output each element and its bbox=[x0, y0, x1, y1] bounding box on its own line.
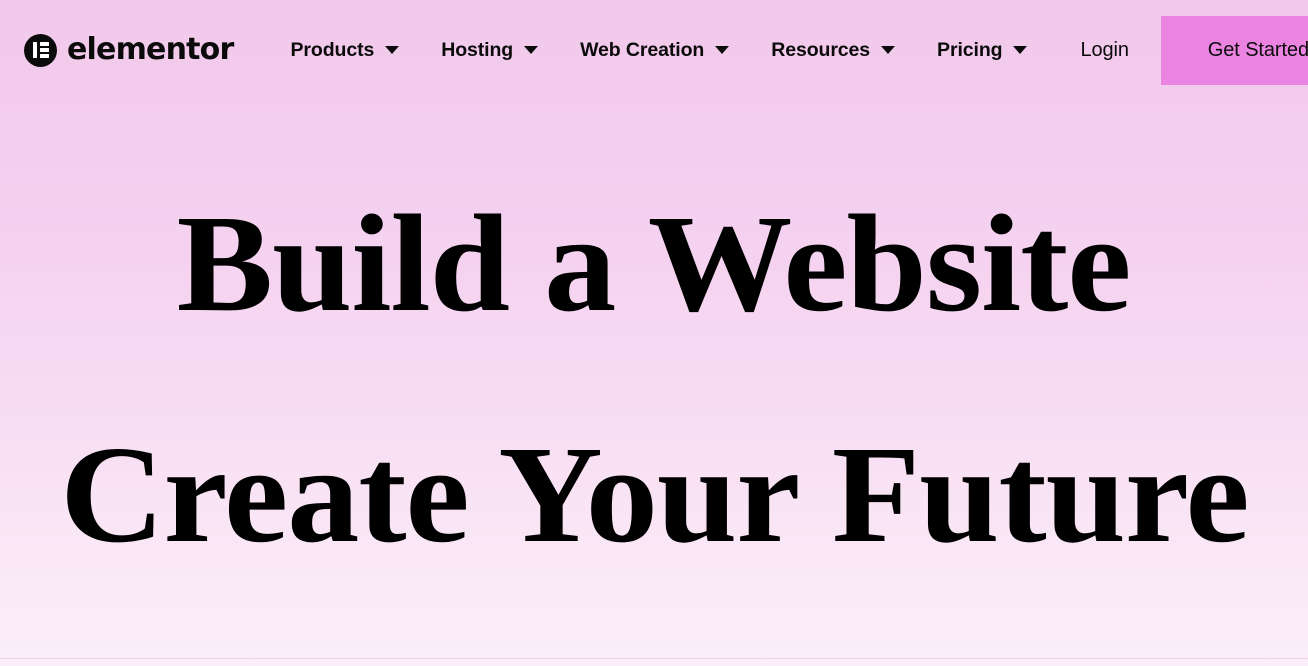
hero-headline-line-1: Build a Website bbox=[177, 187, 1132, 341]
nav-item-pricing[interactable]: Pricing bbox=[916, 0, 1048, 100]
logo-vertical-bar bbox=[33, 42, 37, 58]
brand-name: elementor bbox=[67, 32, 234, 67]
nav-item-label: Products bbox=[290, 38, 375, 61]
nav-item-resources[interactable]: Resources bbox=[750, 0, 916, 100]
hero-headline-line-2: Create Your Future bbox=[59, 418, 1249, 573]
nav-item-label: Pricing bbox=[937, 38, 1003, 61]
brand-logo[interactable]: elementor bbox=[24, 32, 234, 67]
elementor-logo-icon bbox=[24, 33, 57, 67]
section-divider bbox=[0, 658, 1308, 659]
nav-item-web-creation[interactable]: Web Creation bbox=[559, 0, 750, 100]
login-link[interactable]: Login bbox=[1048, 39, 1160, 62]
chevron-down-icon bbox=[715, 46, 730, 54]
logo-horizontal-bar-3 bbox=[39, 54, 49, 58]
chevron-down-icon bbox=[385, 46, 400, 54]
chevron-down-icon bbox=[524, 46, 539, 54]
header-actions: Login Get Started bbox=[1048, 0, 1308, 100]
nav-item-label: Web Creation bbox=[580, 38, 705, 61]
nav-item-label: Resources bbox=[771, 38, 871, 61]
header-get-started-button[interactable]: Get Started bbox=[1160, 15, 1308, 85]
nav-item-products[interactable]: Products bbox=[270, 0, 421, 100]
chevron-down-icon bbox=[881, 46, 896, 54]
site-header: elementor Products Hosting Web Creation … bbox=[0, 0, 1308, 100]
nav-item-hosting[interactable]: Hosting bbox=[420, 0, 559, 100]
nav-item-label: Hosting bbox=[441, 38, 514, 61]
logo-horizontal-bar-2 bbox=[39, 48, 49, 52]
primary-navigation: Products Hosting Web Creation Resources … bbox=[270, 0, 1049, 100]
chevron-down-icon bbox=[1013, 46, 1028, 54]
page-root: elementor Products Hosting Web Creation … bbox=[0, 0, 1308, 666]
logo-horizontal-bar-1 bbox=[39, 42, 49, 46]
hero-section: Build a Website Create Your Future Host,… bbox=[0, 100, 1308, 666]
